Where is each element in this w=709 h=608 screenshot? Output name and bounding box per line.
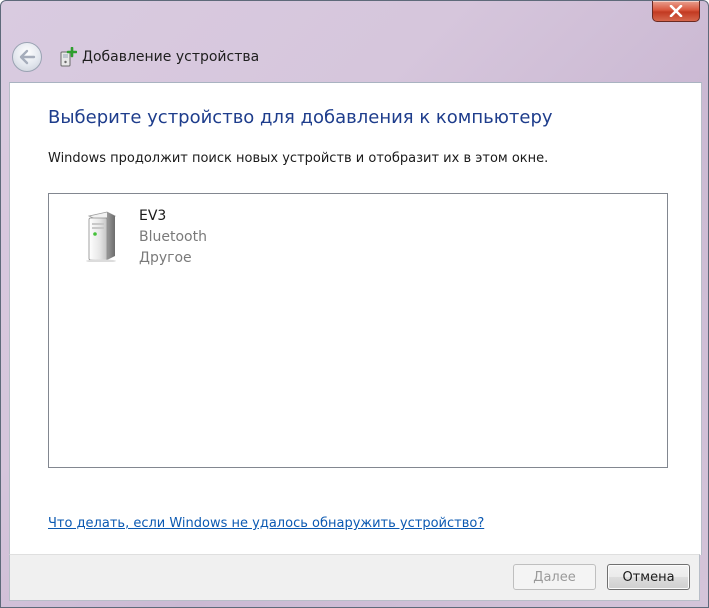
- computer-tower-icon: [86, 211, 117, 262]
- window-title: Добавление устройства: [82, 49, 260, 65]
- back-button[interactable]: [12, 42, 42, 72]
- close-button[interactable]: [652, 1, 700, 22]
- device-list[interactable]: EV3 Bluetooth Другое: [48, 193, 668, 468]
- device-connection: Bluetooth: [139, 229, 207, 245]
- back-arrow-icon: [19, 49, 36, 65]
- add-device-window: Добавление устройства Выберите устройств…: [0, 0, 709, 608]
- device-category: Другое: [139, 250, 192, 266]
- device-name: EV3: [139, 208, 167, 224]
- close-icon: [669, 5, 683, 17]
- device-item-ev3[interactable]: EV3 Bluetooth Другое: [49, 194, 349, 274]
- page-description: Windows продолжит поиск новых устройств …: [48, 151, 549, 166]
- button-bar: Далее Отмена: [9, 554, 700, 601]
- next-button[interactable]: Далее: [513, 564, 596, 590]
- cancel-button[interactable]: Отмена: [607, 564, 690, 590]
- add-device-icon: [60, 47, 77, 67]
- page-heading: Выберите устройство для добавления к ком…: [48, 107, 553, 128]
- content-area: Выберите устройство для добавления к ком…: [9, 82, 702, 555]
- help-link[interactable]: Что делать, если Windows не удалось обна…: [48, 516, 484, 531]
